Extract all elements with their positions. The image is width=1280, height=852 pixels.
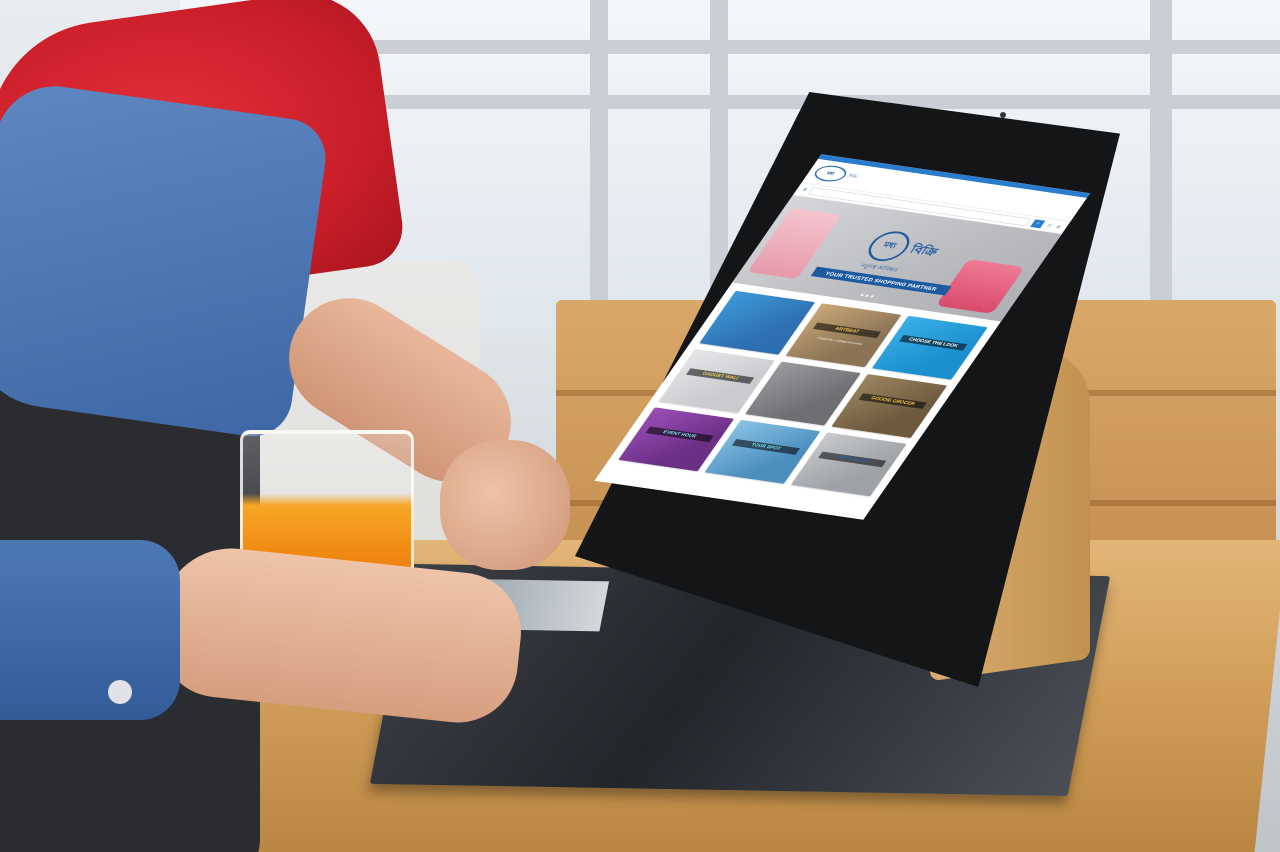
search-button[interactable]: ⌕ — [1030, 219, 1046, 229]
logo-text: বিক্রি — [847, 174, 858, 179]
account-icon[interactable]: ◎ — [1055, 224, 1062, 229]
departments-menu-icon[interactable]: ☰ — [802, 187, 809, 192]
cuff-button — [108, 680, 132, 704]
carousel-dots[interactable] — [859, 293, 875, 298]
shirt-sleeve — [0, 78, 331, 442]
header-icons: 🛒 ◎ — [1046, 223, 1062, 229]
hero-ring-text: মধ্য — [881, 240, 899, 251]
shirt-cuff — [0, 540, 180, 720]
category-tile-label: TOUR SPOT — [732, 438, 801, 455]
search-icon: ⌕ — [1035, 221, 1042, 226]
window-frame — [1150, 0, 1172, 330]
category-tile-label: CHOOSE THE LOOK — [899, 334, 968, 351]
tablet-camera — [1000, 112, 1006, 118]
logo-mark-text: মধ্য — [825, 171, 836, 177]
category-tile-label: ARTBEAT — [813, 322, 882, 338]
category-tile-label: GADGET WALI — [686, 368, 755, 384]
hero-logo: মধ্য বিক্রি — [839, 223, 969, 273]
cart-icon[interactable]: 🛒 — [1046, 223, 1054, 227]
window-frame — [590, 0, 608, 330]
category-tile-label: GOODIE GROCER — [858, 393, 927, 409]
site-logo[interactable]: মধ্য — [810, 163, 851, 184]
hero-brand: বিক্রি — [907, 242, 941, 259]
photo-scene: মধ্য বিক্রি ☰ ⌕ 🛒 ◎ মধ্য বিক্রি নতুনত্ব … — [0, 0, 1280, 852]
category-tile-label: EVENT HOUR — [645, 426, 714, 442]
right-hand — [440, 440, 570, 570]
category-tile-label: MOTO MAXX — [818, 451, 887, 467]
category-tile-subtitle: • Handicrafts • Clothing • Decoration — [815, 336, 864, 346]
